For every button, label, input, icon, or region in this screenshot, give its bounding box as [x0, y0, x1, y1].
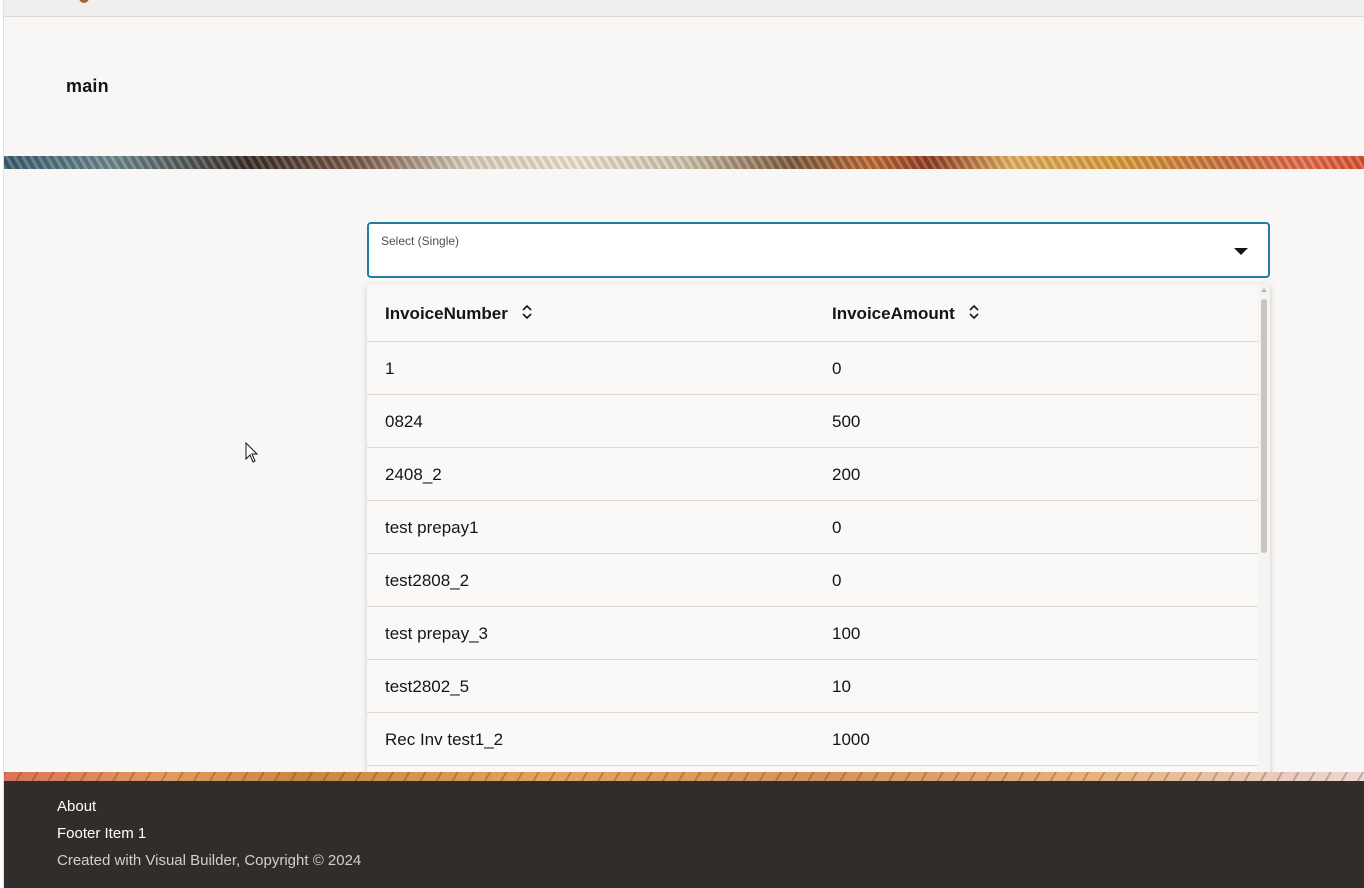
cell-invoice-amount: 100	[832, 624, 861, 643]
table-row[interactable]: Rec Inv test1_2 1000	[367, 713, 1258, 766]
cell-invoice-number: 0824	[385, 412, 423, 431]
footer-copyright: Created with Visual Builder, Copyright ©…	[57, 852, 362, 869]
column-header-invoice-number[interactable]: InvoiceNumber	[385, 304, 534, 324]
decorative-banner-bottom	[4, 772, 1364, 781]
table-row[interactable]: 0824 500	[367, 395, 1258, 448]
cell-invoice-number: test prepay1	[385, 518, 479, 537]
cell-invoice-amount: 500	[832, 412, 861, 431]
cell-invoice-amount: 10	[832, 677, 851, 696]
select-label: Select (Single)	[381, 234, 460, 248]
table-row[interactable]: test prepay1 0	[367, 501, 1258, 554]
cell-invoice-amount: 1000	[832, 730, 870, 749]
cell-invoice-number: test prepay_3	[385, 624, 489, 643]
sort-icon[interactable]	[520, 303, 534, 321]
cell-invoice-amount: 200	[832, 465, 861, 484]
cell-invoice-number: 1	[385, 359, 395, 378]
table-row[interactable]: 10	[367, 342, 1258, 395]
cell-invoice-number: 2408_2	[385, 465, 442, 484]
top-bar	[4, 0, 1364, 17]
cell-invoice-amount: 0	[832, 571, 842, 590]
cell-invoice-number: test2808_2	[385, 571, 470, 590]
cell-invoice-amount: 0	[832, 518, 842, 537]
app-logo[interactable]	[79, 0, 89, 3]
cell-invoice-amount: 0	[832, 359, 842, 378]
table-row[interactable]: 2408_2 200	[367, 448, 1258, 501]
chevron-down-icon[interactable]	[1234, 248, 1248, 255]
table-row[interactable]: test2802_5 10	[367, 660, 1258, 713]
page-footer: About Footer Item 1 Created with Visual …	[4, 781, 1364, 888]
table-row[interactable]: test2808_2 0	[367, 554, 1258, 607]
cell-invoice-number: Rec Inv test1_2	[385, 730, 504, 749]
page-header: main	[4, 17, 1364, 156]
scrollbar-thumb[interactable]	[1261, 299, 1267, 553]
table-row[interactable]: test prepay_3 100	[367, 607, 1258, 660]
sort-icon[interactable]	[967, 303, 981, 321]
cell-invoice-number: test2802_5	[385, 677, 470, 696]
column-header-label: InvoiceNumber	[385, 304, 508, 323]
column-header-label: InvoiceAmount	[832, 304, 955, 323]
table-header: InvoiceNumber InvoiceAmount	[367, 284, 1258, 342]
select-single-dropdown[interactable]: Select (Single)	[367, 222, 1270, 278]
footer-link-item-1[interactable]: Footer Item 1	[57, 825, 146, 842]
column-header-invoice-amount[interactable]: InvoiceAmount	[832, 304, 981, 324]
scroll-up-icon[interactable]	[1261, 288, 1267, 292]
decorative-banner	[4, 156, 1364, 169]
footer-link-about[interactable]: About	[57, 798, 96, 815]
page-title: main	[66, 76, 109, 96]
